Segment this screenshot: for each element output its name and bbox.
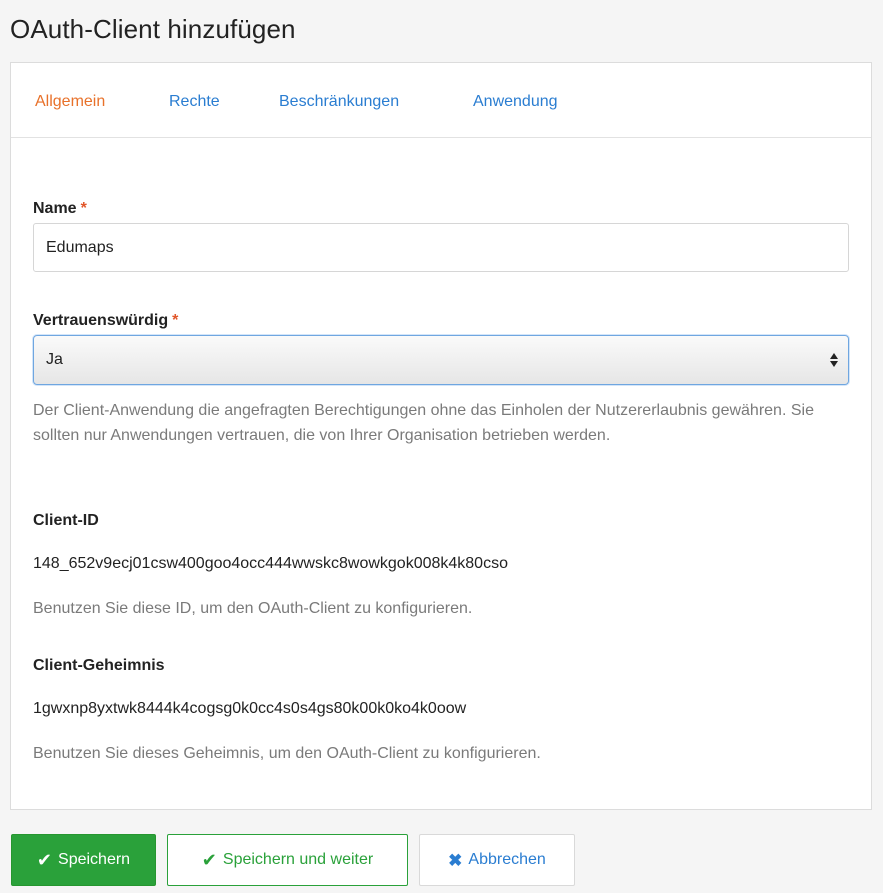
- tab-bar: Allgemein Rechte Beschränkungen Anwendun…: [11, 63, 871, 138]
- name-label: Name *: [33, 200, 87, 218]
- client-secret-help-text: Benutzen Sie dieses Geheimnis, um den OA…: [33, 745, 541, 762]
- name-input[interactable]: [33, 223, 849, 272]
- cancel-button-label: Abbrechen: [468, 851, 546, 868]
- trusted-select[interactable]: Ja: [33, 335, 849, 385]
- check-icon: ✔: [201, 850, 217, 870]
- trusted-help-text: Der Client-Anwendung die angefragten Ber…: [33, 402, 814, 444]
- tab-anwendung[interactable]: Anwendung: [473, 93, 558, 111]
- required-marker: *: [80, 200, 87, 217]
- save-and-continue-button[interactable]: ✔ Speichern und weiter: [167, 834, 408, 886]
- page-title: OAuth-Client hinzufügen: [10, 14, 296, 44]
- trusted-label: Vertrauenswürdig *: [33, 312, 178, 330]
- client-secret-value: 1gwxnp8yxtwk8444k4cogsg0k0cc4s0s4gs80k00…: [33, 700, 467, 717]
- client-id-help-text: Benutzen Sie diese ID, um den OAuth-Clie…: [33, 600, 473, 617]
- save-button[interactable]: ✔ Speichern: [11, 834, 156, 886]
- client-id-value: 148_652v9ecj01csw400goo4occ444wwskc8wowk…: [33, 555, 508, 572]
- client-secret-label: Client-Geheimnis: [33, 657, 165, 674]
- sort-arrows-icon: [830, 353, 838, 367]
- trusted-label-text: Vertrauenswürdig: [33, 312, 169, 329]
- form-panel: Allgemein Rechte Beschränkungen Anwendun…: [10, 62, 872, 810]
- cancel-button[interactable]: ✖ Abbrechen: [419, 834, 575, 886]
- name-label-text: Name: [33, 200, 77, 217]
- tab-beschraenkungen[interactable]: Beschränkungen: [279, 93, 399, 111]
- save-button-label: Speichern: [58, 851, 131, 868]
- save-and-continue-label: Speichern und weiter: [222, 851, 374, 868]
- x-icon: ✖: [448, 850, 463, 870]
- required-marker: *: [172, 312, 179, 329]
- client-id-label: Client-ID: [33, 512, 99, 529]
- trusted-select-value: Ja: [46, 351, 63, 368]
- tab-allgemein[interactable]: Allgemein: [35, 93, 105, 111]
- tab-rechte[interactable]: Rechte: [169, 93, 220, 111]
- check-icon: ✔: [36, 850, 53, 870]
